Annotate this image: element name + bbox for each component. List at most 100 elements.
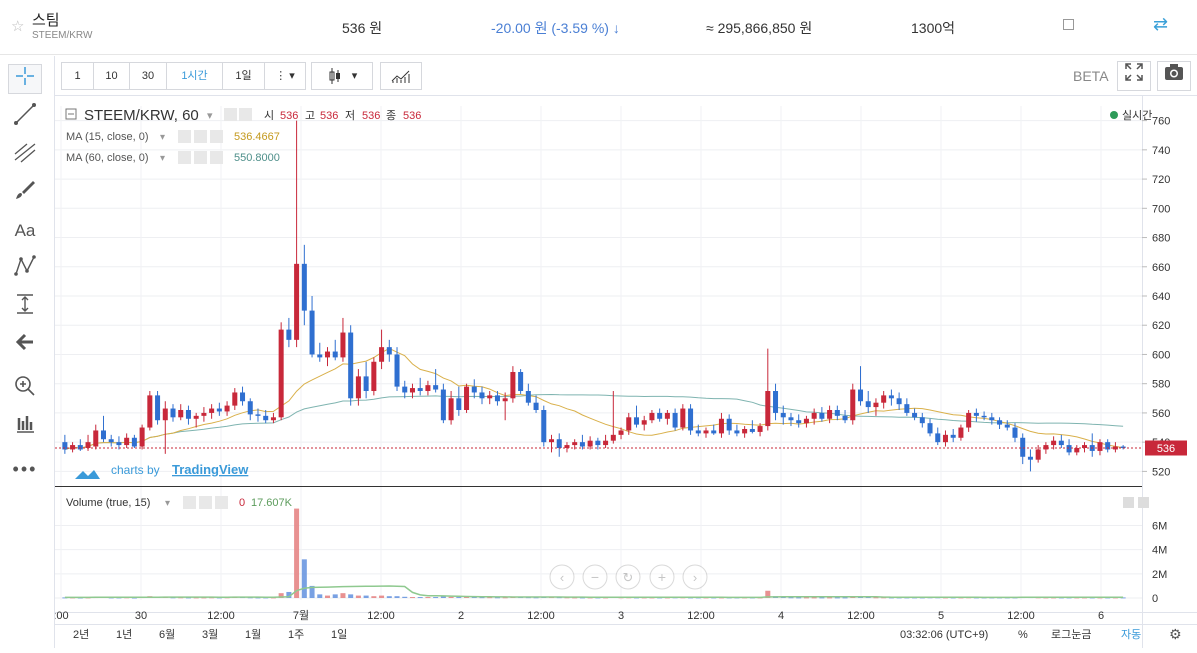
indicators-button[interactable] xyxy=(380,62,422,90)
svg-text:TradingView: TradingView xyxy=(172,462,249,477)
time-tick-label: 6 xyxy=(1098,610,1104,622)
chart-area[interactable]: 520540560580600620640660680700720740760 … xyxy=(53,96,1197,648)
volume-bar xyxy=(448,596,454,598)
svg-text:536: 536 xyxy=(403,110,421,122)
range-button-0[interactable]: 2년 xyxy=(73,628,89,641)
svg-text:0: 0 xyxy=(239,497,245,509)
candle-body xyxy=(147,395,153,428)
candle-body xyxy=(749,429,755,432)
auto-scale-toggle[interactable]: 자동 xyxy=(1121,628,1141,641)
ma60-close-icon xyxy=(210,151,223,164)
candle-body xyxy=(209,408,215,413)
volume-bar xyxy=(371,596,377,598)
range-button-2[interactable]: 6월 xyxy=(159,628,175,641)
candle-body xyxy=(919,417,925,424)
candle-body xyxy=(139,427,145,447)
favorite-star-icon[interactable]: ☆ xyxy=(11,17,24,35)
range-button-1[interactable]: 1년 xyxy=(116,628,132,641)
tradingview-attribution[interactable]: charts by TradingView xyxy=(75,462,249,479)
volume-bar xyxy=(301,559,307,598)
log-scale-toggle[interactable]: 로그눈금 xyxy=(1051,628,1091,641)
candle-body xyxy=(595,440,601,446)
indicator-tool-icon[interactable] xyxy=(8,412,42,442)
candle-body xyxy=(541,410,547,443)
text-tool-icon[interactable]: Aa xyxy=(8,216,42,246)
volume-bar xyxy=(294,508,300,598)
volume-tick-label: 2M xyxy=(1152,569,1167,581)
volume-bar xyxy=(440,596,446,598)
chart-settings-gear-icon[interactable]: ⚙ xyxy=(1169,626,1182,642)
symbol-legend: STEEM/KRW, 60 ▾ 시 536 고 536 저 536 종 536 … xyxy=(65,107,421,164)
price-tick-label: 680 xyxy=(1152,233,1170,245)
candle-body xyxy=(93,430,99,447)
candle-body xyxy=(1051,440,1057,446)
time-tick-label: 3 xyxy=(618,610,624,622)
zoom-in-icon[interactable] xyxy=(8,374,42,404)
back-arrow-icon[interactable] xyxy=(8,330,42,360)
interval-more-dropdown[interactable]: ⋮ ▾ xyxy=(264,62,306,90)
candle-body xyxy=(742,429,748,434)
fullscreen-icon[interactable] xyxy=(1117,61,1151,91)
brush-tool-icon[interactable] xyxy=(8,178,42,208)
range-button-5[interactable]: 1주 xyxy=(288,629,304,641)
ma60-line xyxy=(64,393,1124,450)
candle-body xyxy=(425,385,431,391)
last-price-tag-label: 536 xyxy=(1157,443,1175,455)
price-chart[interactable]: 520540560580600620640660680700720740760 … xyxy=(53,96,1197,648)
candle-body xyxy=(170,408,176,418)
time-tick-label: 5 xyxy=(938,610,944,622)
price-tick-label: 660 xyxy=(1152,262,1170,274)
chart-style-dropdown[interactable]: ▾ xyxy=(311,62,373,90)
candle-body xyxy=(579,442,585,447)
candle-body xyxy=(193,415,199,419)
range-button-4[interactable]: 1월 xyxy=(245,628,261,641)
svg-text:536: 536 xyxy=(320,110,338,122)
svg-text:▾: ▾ xyxy=(160,132,165,143)
refresh-icon[interactable]: ⇄ xyxy=(1153,14,1168,35)
svg-text:▾: ▾ xyxy=(165,498,170,509)
ma15-eye-icon xyxy=(178,130,191,143)
candle-body xyxy=(77,445,83,450)
interval-30min-button[interactable]: 30 xyxy=(129,62,167,90)
time-tick-label: 30 xyxy=(135,610,147,622)
candle-body xyxy=(324,351,331,358)
volume-tick-label: 0 xyxy=(1152,593,1158,605)
candle-body xyxy=(1043,445,1049,450)
crosshair-tool-icon[interactable] xyxy=(8,64,42,94)
range-button-6[interactable]: 1일 xyxy=(331,627,347,641)
interval-1day-button[interactable]: 1일 xyxy=(222,62,265,90)
candle-body xyxy=(510,372,516,399)
interval-1min-button[interactable]: 1 xyxy=(61,62,94,90)
ma15-legend: MA (15, close, 0) xyxy=(66,131,149,143)
percent-toggle[interactable]: % xyxy=(1018,629,1028,641)
candle-body xyxy=(695,430,701,434)
reset-zoom-icon: ↻ xyxy=(623,570,634,585)
volume-bar xyxy=(433,597,439,599)
candle-body xyxy=(1066,445,1072,453)
volume-settings-icon xyxy=(199,496,212,509)
interval-1hour-button[interactable]: 1시간 xyxy=(166,62,223,90)
price-tick-label: 620 xyxy=(1152,320,1170,332)
pattern-tool-icon[interactable] xyxy=(8,254,42,284)
camera-icon[interactable] xyxy=(1157,61,1191,91)
ma60-value: 550.8000 xyxy=(234,152,280,164)
candle-body xyxy=(912,412,918,418)
more-tools-icon[interactable]: ••• xyxy=(8,454,42,484)
candle-body xyxy=(409,388,415,393)
interval-10min-button[interactable]: 10 xyxy=(93,62,130,90)
candle-body xyxy=(386,347,392,355)
candle-body xyxy=(348,332,354,399)
volume-close-icon xyxy=(215,496,228,509)
candle-body xyxy=(587,440,593,447)
fib-tool-icon[interactable] xyxy=(8,140,42,170)
trend-line-tool-icon[interactable] xyxy=(8,102,42,132)
price-change: -20.00 원 (-3.59 %) ↓ xyxy=(491,20,620,36)
popout-window-icon[interactable] xyxy=(1063,19,1074,30)
chart-toolbar: 1 10 30 1시간 1일 ⋮ ▾ ▾ BETA xyxy=(55,56,1197,96)
volume-bar xyxy=(409,597,415,599)
zoom-controls[interactable]: ‹ − ↻ + › xyxy=(549,564,708,590)
candle-body xyxy=(618,430,624,435)
range-button-3[interactable]: 3월 xyxy=(202,628,218,641)
measure-tool-icon[interactable] xyxy=(8,292,42,322)
candle-body xyxy=(240,392,246,402)
